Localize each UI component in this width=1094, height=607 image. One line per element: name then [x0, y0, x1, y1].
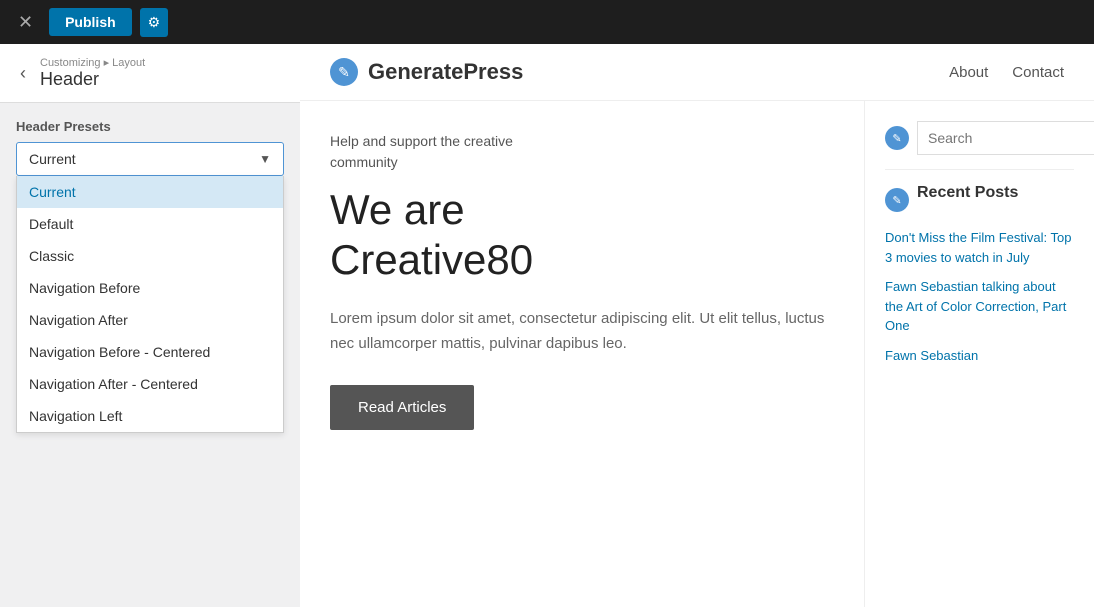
- panel-title: Header: [40, 69, 145, 90]
- breadcrumb: Customizing ▸ Layout: [40, 56, 145, 69]
- breadcrumb-area: Customizing ▸ Layout Header: [40, 56, 145, 90]
- tagline: Help and support the creativecommunity: [330, 131, 834, 173]
- back-button[interactable]: ‹: [16, 63, 30, 84]
- presets-label: Header Presets: [16, 119, 284, 134]
- hero-title-line1: We are: [330, 186, 465, 233]
- site-logo-area: ✎ GeneratePress: [330, 58, 523, 86]
- recent-post-3[interactable]: Fawn Sebastian: [885, 346, 1074, 366]
- hero-title: We are Creative80: [330, 185, 834, 286]
- logo-edit-icon[interactable]: ✎: [330, 58, 358, 86]
- nav-about[interactable]: About: [949, 64, 988, 81]
- dropdown-item-classic[interactable]: Classic: [17, 240, 283, 272]
- widget-divider: [885, 169, 1074, 170]
- site-nav: About Contact: [949, 64, 1064, 81]
- publish-button[interactable]: Publish: [49, 8, 132, 36]
- presets-dropdown-wrapper: Current ▼ CurrentDefaultClassicNavigatio…: [16, 142, 284, 176]
- close-button[interactable]: ✕: [10, 8, 41, 37]
- dropdown-item-nav-before[interactable]: Navigation Before: [17, 272, 283, 304]
- top-bar: ✕ Publish ⚙: [0, 0, 1094, 44]
- recent-posts-edit-icon[interactable]: ✎: [885, 188, 909, 212]
- settings-button[interactable]: ⚙: [140, 8, 169, 37]
- dropdown-item-default[interactable]: Default: [17, 208, 283, 240]
- main-content: Help and support the creativecommunity W…: [300, 101, 864, 607]
- dropdown-item-current[interactable]: Current: [17, 176, 283, 208]
- chevron-down-icon: ▼: [259, 152, 271, 166]
- search-input[interactable]: [918, 122, 1094, 154]
- search-box: 🔍: [917, 121, 1094, 155]
- site-name: GeneratePress: [368, 59, 523, 85]
- panel-header: ‹ Customizing ▸ Layout Header: [0, 44, 300, 103]
- dropdown-item-nav-left[interactable]: Navigation Left: [17, 400, 283, 432]
- selected-option-label: Current: [29, 151, 76, 167]
- preview-area: ✎ GeneratePress About Contact Help and s…: [300, 44, 1094, 607]
- site-header-preview: ✎ GeneratePress About Contact: [300, 44, 1094, 101]
- dropdown-item-nav-before-centered[interactable]: Navigation Before - Centered: [17, 336, 283, 368]
- dropdown-item-nav-after-centered[interactable]: Navigation After - Centered: [17, 368, 283, 400]
- recent-posts-title: Recent Posts: [917, 184, 1018, 202]
- nav-contact[interactable]: Contact: [1012, 64, 1064, 81]
- left-panel: ‹ Customizing ▸ Layout Header Header Pre…: [0, 44, 300, 607]
- dropdown-item-nav-after[interactable]: Navigation After: [17, 304, 283, 336]
- recent-post-1[interactable]: Don't Miss the Film Festival: Top 3 movi…: [885, 228, 1074, 267]
- presets-dropdown-menu: CurrentDefaultClassicNavigation BeforeNa…: [16, 176, 284, 433]
- search-widget-edit-icon[interactable]: ✎: [885, 126, 909, 150]
- main-layout: ‹ Customizing ▸ Layout Header Header Pre…: [0, 44, 1094, 607]
- hero-body: Lorem ipsum dolor sit amet, consectetur …: [330, 306, 834, 357]
- presets-dropdown-selected[interactable]: Current ▼: [16, 142, 284, 176]
- content-preview: Help and support the creativecommunity W…: [300, 101, 1094, 607]
- sidebar-preview: ✎ 🔍 ✎ Recent Posts Don't Miss the Film F…: [864, 101, 1094, 607]
- hero-title-line2: Creative80: [330, 236, 533, 283]
- panel-content: Header Presets Current ▼ CurrentDefaultC…: [0, 103, 300, 192]
- recent-post-2[interactable]: Fawn Sebastian talking about the Art of …: [885, 277, 1074, 336]
- recent-posts-widget-row: ✎ Recent Posts: [885, 184, 1074, 216]
- read-articles-button[interactable]: Read Articles: [330, 385, 474, 430]
- search-widget-row: ✎ 🔍: [885, 121, 1074, 155]
